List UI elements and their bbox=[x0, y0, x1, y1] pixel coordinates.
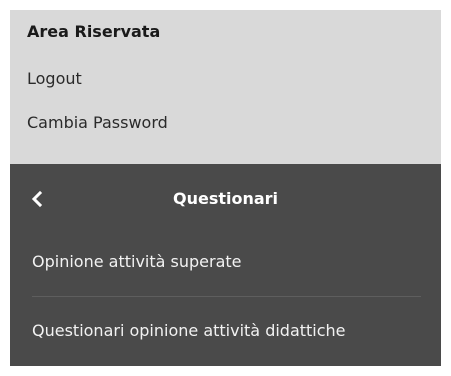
menu-divider bbox=[32, 296, 421, 297]
menu-item-opinione-attivita-superate[interactable]: Opinione attività superate bbox=[32, 251, 441, 273]
navigation-panel: Area Riservata Logout Cambia Password Qu… bbox=[10, 10, 441, 366]
questionnaire-menu: Questionari Opinione attività superate Q… bbox=[10, 164, 441, 366]
change-password-link[interactable]: Cambia Password bbox=[27, 112, 441, 134]
menu-item-questionari-opinione[interactable]: Questionari opinione attività didattiche bbox=[32, 320, 441, 342]
menu-title: Questionari bbox=[172, 189, 279, 208]
account-section-title: Area Riservata bbox=[27, 22, 161, 41]
account-section: Area Riservata Logout Cambia Password bbox=[10, 10, 441, 164]
menu-header: Questionari bbox=[10, 164, 441, 234]
logout-link[interactable]: Logout bbox=[27, 68, 441, 90]
